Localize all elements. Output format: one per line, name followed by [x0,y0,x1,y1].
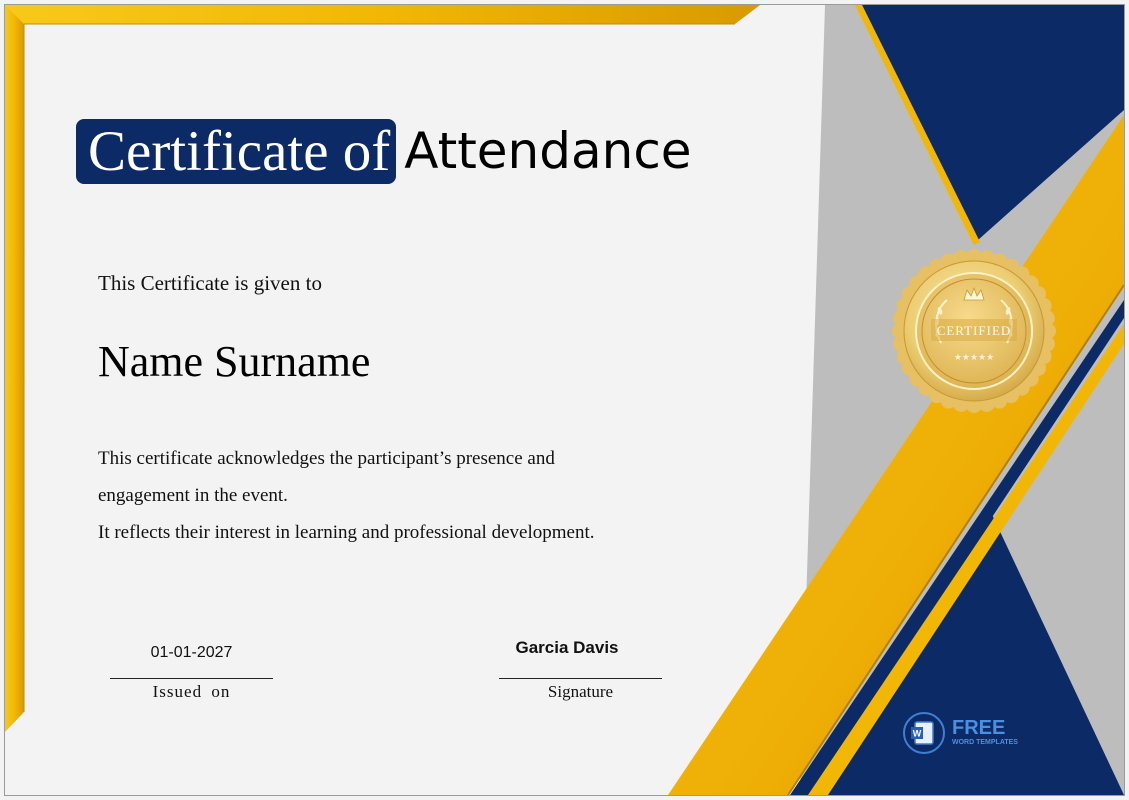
date-underline [110,678,273,679]
brand-line-2: WORD TEMPLATES [952,739,1018,746]
left-gold-bar [5,5,24,732]
issue-date: 01-01-2027 [150,644,233,661]
recipient-name: Name Surname [98,337,371,386]
certificate-title: Certificate of Attendance [76,119,692,184]
signature-underline [499,678,662,679]
free-word-templates-logo: W FREE WORD TEMPLATES [903,712,1018,754]
title-highlight: Certificate of [76,119,397,184]
issued-on-caption: Issued on [152,682,231,701]
certified-seal-icon: CERTIFIED ★★★★★ [892,249,1056,413]
signature-caption: Signature [547,682,614,701]
certificate-page: Certificate of Attendance This Certifica… [0,0,1129,800]
seal-label: CERTIFIED [937,323,1012,338]
certificate-body: This certificate acknowledges the partic… [98,440,698,551]
signer-name: Garcia Davis [515,638,619,657]
svg-text:W: W [913,729,922,739]
top-gold-bar [5,5,760,24]
title-rest: Attendance [404,122,692,180]
body-line-1: This certificate acknowledges the partic… [98,448,555,469]
crown-icon [963,286,985,301]
body-line-2: engagement in the event. [98,485,288,506]
brand-line-1: FREE [952,717,1005,739]
svg-text:★★★★★: ★★★★★ [954,353,994,363]
given-to-text: This Certificate is given to [98,271,322,295]
body-line-3: It reflects their interest in learning a… [98,522,595,543]
